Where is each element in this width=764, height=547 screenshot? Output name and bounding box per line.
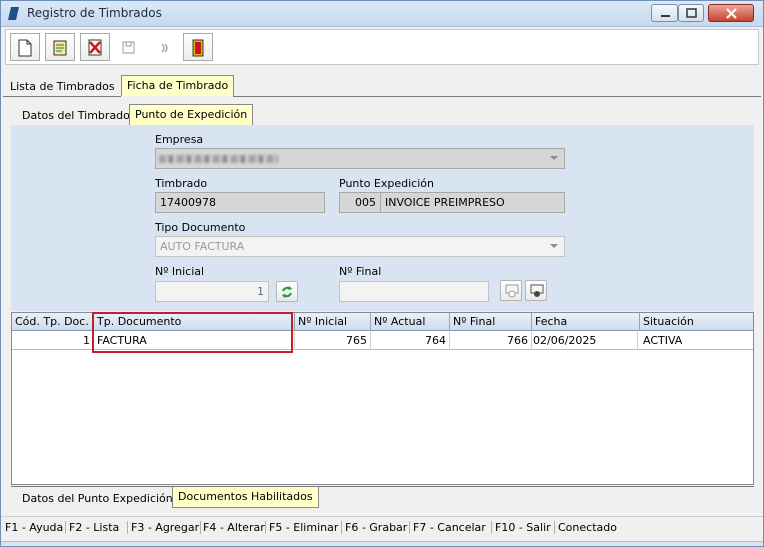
remove-row-button[interactable] bbox=[525, 280, 547, 301]
cell-fecha: 02/06/2025 bbox=[530, 332, 638, 350]
refresh-icon bbox=[282, 286, 292, 298]
tipo-documento-select[interactable]: AUTO FACTURA bbox=[155, 236, 565, 257]
tab-datos-timbrado[interactable]: Datos del Timbrado bbox=[16, 105, 136, 125]
new-button[interactable] bbox=[10, 33, 40, 61]
tab-divider bbox=[3, 96, 121, 97]
cell-nro-final: 766 bbox=[450, 332, 532, 350]
column-header[interactable]: Cód. Tp. Doc. bbox=[12, 313, 94, 331]
save-button[interactable] bbox=[113, 33, 143, 61]
column-header[interactable]: Fecha bbox=[532, 313, 640, 331]
window: Registro de Timbrados Lista de Timbrados… bbox=[0, 0, 764, 547]
tab-punto-expedicion[interactable]: Punto de Expedición bbox=[129, 104, 254, 125]
shortcut-f10-exit[interactable]: F10 - Salir bbox=[495, 521, 555, 534]
connection-status: Conectado bbox=[558, 521, 617, 534]
nro-inicial-label: Nº Inicial bbox=[155, 265, 205, 278]
timbrado-label: Timbrado bbox=[155, 177, 208, 190]
delete-button[interactable] bbox=[80, 33, 110, 61]
shortcut-f1-help[interactable]: F1 - Ayuda bbox=[5, 521, 66, 534]
shortcut-f6-save[interactable]: F6 - Grabar bbox=[345, 521, 410, 534]
chevron-down-icon bbox=[550, 244, 558, 248]
tab-divider bbox=[11, 486, 754, 487]
save-disk-icon bbox=[122, 41, 135, 54]
add-row-icon bbox=[505, 284, 519, 298]
nro-final-field[interactable] bbox=[339, 281, 489, 302]
tab-datos-punto-expedicion[interactable]: Datos del Punto Expedición bbox=[16, 488, 179, 508]
minimize-button[interactable] bbox=[651, 4, 678, 22]
exit-door-icon bbox=[192, 39, 204, 57]
shortcut-f3-add[interactable]: F3 - Agregar bbox=[131, 521, 201, 534]
redacted-empresa bbox=[159, 155, 278, 163]
tipo-documento-label: Tipo Documento bbox=[155, 221, 246, 234]
cancel-arrow-icon bbox=[161, 43, 168, 53]
punto-expedicion-form: Empresa Timbrado 17400978 Punto Expedici… bbox=[11, 125, 754, 311]
edit-document-icon bbox=[53, 40, 67, 56]
tab-lista-timbrados[interactable]: Lista de Timbrados bbox=[4, 76, 121, 96]
punto-expedicion-label: Punto Expedición bbox=[339, 177, 434, 190]
cancel-button[interactable] bbox=[148, 33, 178, 61]
empresa-select[interactable] bbox=[155, 148, 565, 169]
close-icon bbox=[726, 8, 737, 19]
cell-nro-actual: 764 bbox=[371, 332, 450, 350]
cell-nro-inicial: 765 bbox=[295, 332, 371, 350]
tab-divider bbox=[233, 96, 761, 97]
delete-document-icon bbox=[88, 39, 102, 56]
status-bar: F1 - Ayuda F2 - Lista F3 - Agregar F4 - … bbox=[1, 516, 763, 538]
window-title: Registro de Timbrados bbox=[27, 6, 162, 20]
title-bar: Registro de Timbrados bbox=[1, 1, 763, 27]
nro-final-label: Nº Final bbox=[339, 265, 382, 278]
refresh-button[interactable] bbox=[276, 281, 298, 302]
exit-button[interactable] bbox=[183, 33, 213, 61]
close-button[interactable] bbox=[708, 4, 754, 22]
column-header[interactable]: Nº Final bbox=[450, 313, 532, 331]
tab-ficha-timbrado[interactable]: Ficha de Timbrado bbox=[121, 75, 235, 96]
highlight-annotation bbox=[92, 312, 293, 353]
tipo-documento-value: AUTO FACTURA bbox=[160, 240, 245, 253]
toolbar bbox=[5, 29, 759, 65]
column-header[interactable]: Nº Actual bbox=[371, 313, 450, 331]
chevron-down-icon bbox=[550, 156, 558, 160]
tab-documentos-habilitados[interactable]: Documentos Habilitados bbox=[172, 487, 319, 508]
column-header[interactable]: Situación bbox=[640, 313, 753, 331]
shortcut-f7-cancel[interactable]: F7 - Cancelar bbox=[413, 521, 492, 534]
app-icon bbox=[8, 7, 19, 20]
maximize-icon bbox=[686, 8, 697, 18]
shortcut-f4-edit[interactable]: F4 - Alterar bbox=[203, 521, 266, 534]
punto-code-field[interactable]: 005 bbox=[339, 192, 381, 213]
punto-desc-field: INVOICE PREIMPRESO bbox=[380, 192, 565, 213]
empresa-label: Empresa bbox=[155, 133, 204, 146]
nro-inicial-field[interactable]: 1 bbox=[155, 281, 269, 302]
timbrado-field[interactable]: 17400978 bbox=[155, 192, 325, 213]
new-document-icon bbox=[18, 39, 32, 57]
window-bottom-border bbox=[1, 541, 763, 546]
add-row-button[interactable] bbox=[500, 280, 522, 301]
minimize-icon bbox=[661, 15, 670, 17]
shortcut-f5-delete[interactable]: F5 - Eliminar bbox=[269, 521, 342, 534]
maximize-button[interactable] bbox=[678, 4, 704, 22]
cell-cod-tp-doc: 1 bbox=[12, 332, 94, 350]
remove-row-icon bbox=[530, 284, 544, 297]
cell-situacion: ACTIVA bbox=[643, 334, 683, 347]
shortcut-f2-list[interactable]: F2 - Lista bbox=[69, 521, 128, 534]
column-header[interactable]: Nº Inicial bbox=[295, 313, 371, 331]
edit-button[interactable] bbox=[45, 33, 75, 61]
